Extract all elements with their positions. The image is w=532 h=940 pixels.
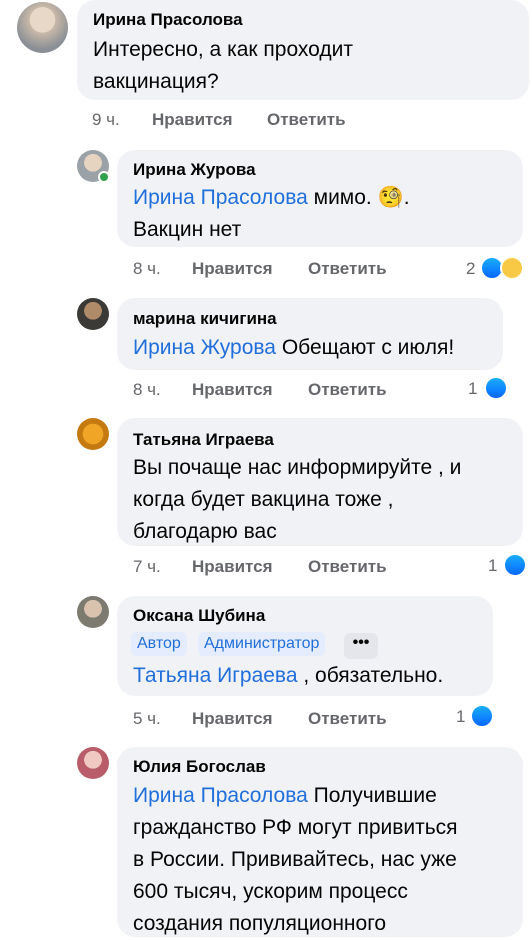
comment-author[interactable]: марина кичигина (133, 309, 277, 329)
like-button[interactable]: Нравится (192, 259, 273, 279)
mention-link[interactable]: Ирина Журова (133, 336, 276, 359)
comment-time[interactable]: 8 ч. (133, 259, 161, 279)
comment-author[interactable]: Татьяна Играева (133, 430, 274, 450)
like-button[interactable]: Нравится (192, 557, 273, 577)
author-badge: Автор (131, 632, 187, 656)
mention-link[interactable]: Ирина Прасолова (133, 186, 308, 209)
comment-time[interactable]: 8 ч. (133, 380, 161, 400)
reply-button[interactable]: Ответить (267, 110, 346, 130)
reaction-count[interactable]: 1 (488, 556, 497, 576)
avatar[interactable] (77, 298, 109, 330)
like-reaction-icon (470, 704, 494, 728)
comment-text: Ирина Прасолова Получившие гражданство Р… (133, 784, 458, 935)
reaction-count[interactable]: 1 (456, 707, 465, 727)
mention-link[interactable]: Татьяна Играева (133, 664, 298, 687)
comment-text: Вы почаще нас информируйте , и когда буд… (133, 456, 462, 543)
reaction-count[interactable]: 2 (466, 259, 475, 279)
comment-time[interactable]: 7 ч. (133, 557, 161, 577)
like-button[interactable]: Нравится (152, 110, 233, 130)
comment-author[interactable]: Ирина Журова (133, 160, 256, 180)
avatar[interactable] (77, 596, 109, 628)
avatar[interactable] (77, 418, 109, 450)
like-button[interactable]: Нравится (192, 709, 273, 729)
avatar[interactable] (17, 2, 68, 53)
admin-badge: Администратор (198, 632, 326, 656)
sad-reaction-icon (500, 256, 524, 280)
comment-time[interactable]: 9 ч. (92, 110, 120, 130)
comment-text: Интересно, а как проходит вакцинация? (93, 38, 353, 93)
like-reaction-icon (503, 553, 527, 577)
reply-button[interactable]: Ответить (308, 557, 387, 577)
like-button[interactable]: Нравится (192, 380, 273, 400)
reaction-count[interactable]: 1 (468, 379, 477, 399)
comment-time[interactable]: 5 ч. (133, 709, 161, 729)
mention-link[interactable]: Ирина Прасолова (133, 784, 308, 807)
like-reaction-icon (484, 376, 508, 400)
online-indicator (98, 171, 110, 183)
comment-author[interactable]: Ирина Прасолова (93, 10, 243, 30)
comment-author[interactable]: Юлия Богослав (133, 757, 266, 777)
more-options-button[interactable]: ••• (344, 633, 378, 659)
comment-text: Татьяна Играева , обязательно. (133, 664, 444, 687)
reply-button[interactable]: Ответить (308, 259, 387, 279)
comment-author[interactable]: Оксана Шубина (133, 606, 265, 626)
reply-button[interactable]: Ответить (308, 709, 387, 729)
avatar[interactable] (77, 747, 109, 779)
comment-text: Ирина Журова Обещают с июля! (133, 336, 455, 359)
reply-button[interactable]: Ответить (308, 380, 387, 400)
comment-text: Ирина Прасолова мимо. 🧐. Вакцин нет (133, 186, 410, 241)
